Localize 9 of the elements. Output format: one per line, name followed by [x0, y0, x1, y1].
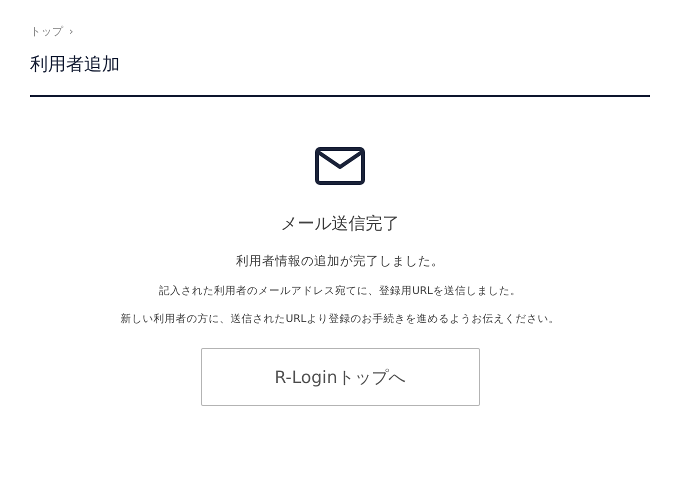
top-page-button[interactable]: R-Loginトップへ	[200, 348, 480, 406]
breadcrumb-link[interactable]: トップ	[30, 24, 63, 38]
completion-message: 利用者情報の追加が完了しました。	[236, 253, 444, 270]
page-title: 利用者追加	[30, 53, 121, 77]
note-text: 記入された利用者のメールアドレス宛てに、登録用URLを送信しました。	[159, 284, 521, 298]
completion-heading: メール送信完了	[280, 213, 400, 235]
breadcrumb-separator: ›	[69, 24, 74, 38]
envelope-icon	[315, 147, 365, 185]
note-text: 新しい利用者の方に、送信されたURLより登録のお手続きを進めるようお伝えください。	[120, 312, 560, 326]
